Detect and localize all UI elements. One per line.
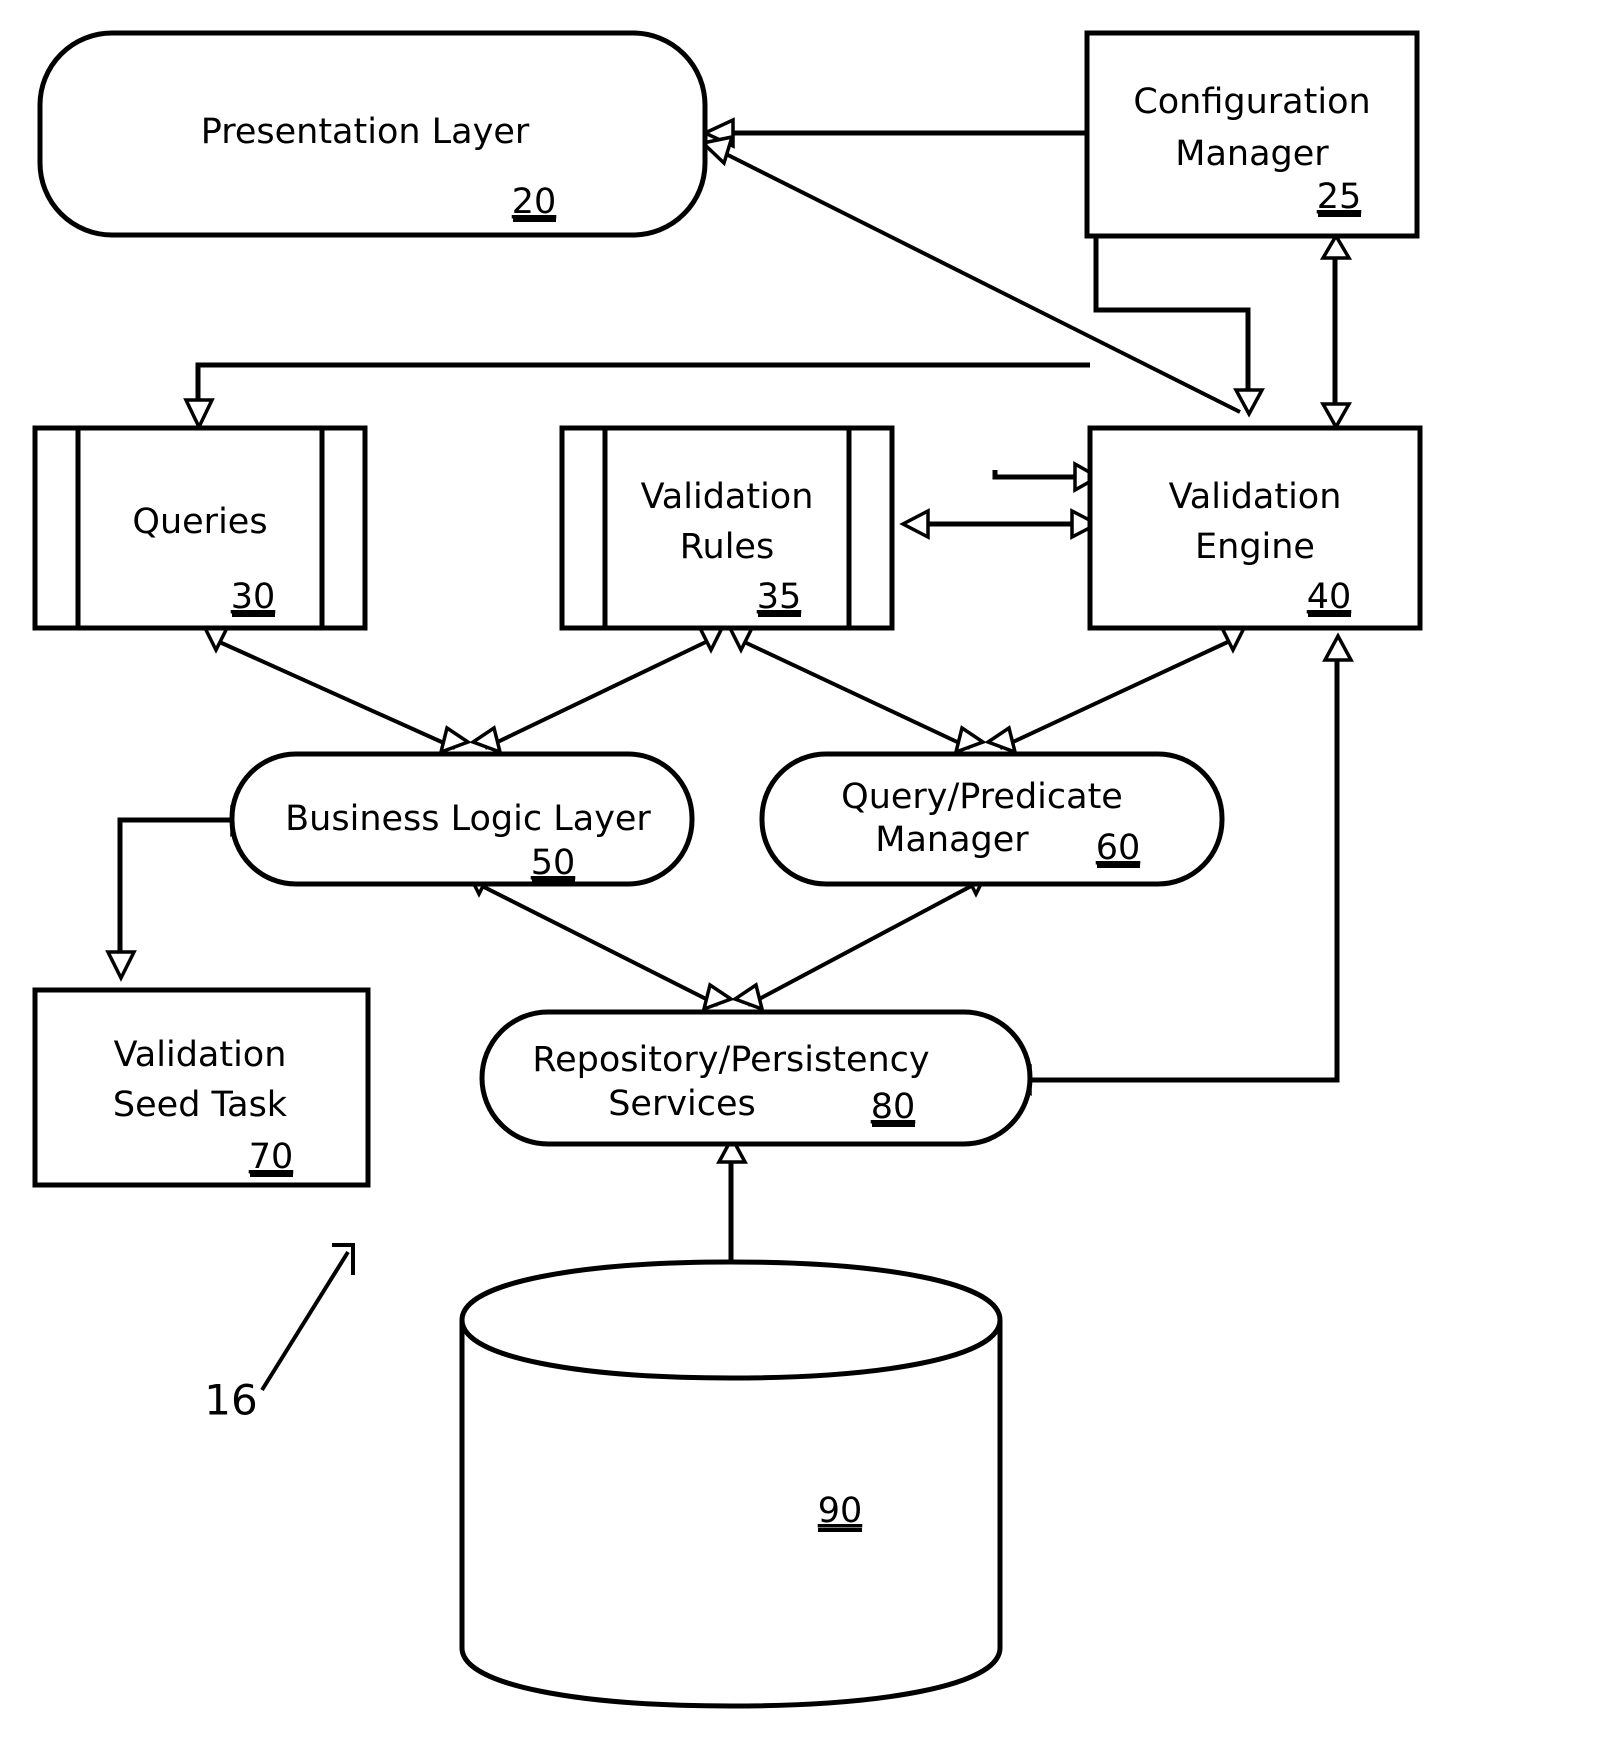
figure-reference-leader: 16 [204, 1243, 355, 1425]
architecture-diagram: Presentation Layer 20 Configuration Mana… [32, 30, 1423, 1709]
query-predicate-manager-label-line2: Manager [875, 820, 1029, 860]
connector-rules-query-manager [725, 622, 987, 755]
validation-engine-label-line1: Validation [1169, 477, 1342, 517]
connector-query-manager-repository [731, 866, 992, 1012]
validation-engine-ref: 40 [1307, 577, 1352, 617]
node-configuration-manager[interactable]: Configuration Manager 25 [1084, 30, 1420, 239]
node-validation-seed-task[interactable]: Validation Seed Task 70 [32, 987, 371, 1188]
node-business-logic-layer[interactable]: Business Logic Layer 50 [229, 751, 695, 887]
figure-reference-number: 16 [204, 1376, 257, 1425]
node-validation-engine[interactable]: Validation Engine 40 [1087, 425, 1423, 631]
presentation-layer-label: Presentation Layer [201, 112, 530, 152]
connector-config-to-presentation [700, 117, 1087, 149]
node-query-predicate-manager[interactable]: Query/Predicate Manager 60 [759, 751, 1225, 887]
connector-business-logic-repository [463, 866, 735, 1012]
presentation-layer-ref: 20 [512, 182, 557, 222]
validation-rules-label-line1: Validation [641, 477, 814, 517]
repository-services-label-line2: Services [608, 1084, 756, 1124]
patent-figure-canvas: Presentation Layer 20 Configuration Mana… [0, 0, 1619, 1738]
queries-ref: 30 [231, 577, 276, 617]
connector-rules-business-logic [469, 622, 727, 755]
node-database[interactable]: 90 [459, 1259, 1003, 1709]
validation-rules-label-line2: Rules [680, 527, 774, 567]
connector-rules-routing-to-engine [992, 461, 1102, 493]
validation-seed-task-ref: 70 [249, 1137, 294, 1177]
business-logic-layer-label: Business Logic Layer [285, 799, 651, 839]
connector-engine-query-manager [984, 622, 1249, 755]
connector-config-engine-bidirectional [1319, 232, 1353, 431]
configuration-manager-label-line1: Configuration [1133, 82, 1370, 122]
repository-services-ref: 80 [871, 1087, 916, 1127]
connector-engine-to-queries [183, 362, 1090, 432]
repository-services-label-line1: Repository/Persistency [532, 1040, 929, 1080]
validation-seed-task-label-line1: Validation [114, 1035, 287, 1075]
configuration-manager-label-line2: Manager [1175, 134, 1329, 174]
validation-seed-task-label-line2: Seed Task [113, 1085, 288, 1125]
connector-queries-business-logic [200, 622, 472, 755]
node-repository-persistency-services[interactable]: Repository/Persistency Services 80 [479, 1009, 1033, 1147]
node-presentation-layer[interactable]: Presentation Layer 20 [37, 30, 708, 238]
query-predicate-manager-label-line1: Query/Predicate [841, 777, 1123, 817]
configuration-manager-ref: 25 [1317, 177, 1362, 217]
database-ref: 90 [818, 1491, 863, 1531]
business-logic-layer-ref: 50 [531, 843, 576, 883]
connector-rules-engine-bidirectional [899, 508, 1101, 540]
node-queries[interactable]: Queries 30 [32, 425, 368, 631]
queries-label: Queries [132, 502, 267, 542]
query-predicate-manager-ref: 60 [1096, 828, 1141, 868]
validation-engine-label-line2: Engine [1195, 527, 1315, 567]
validation-rules-ref: 35 [757, 577, 802, 617]
node-validation-rules[interactable]: Validation Rules 35 [559, 425, 895, 631]
